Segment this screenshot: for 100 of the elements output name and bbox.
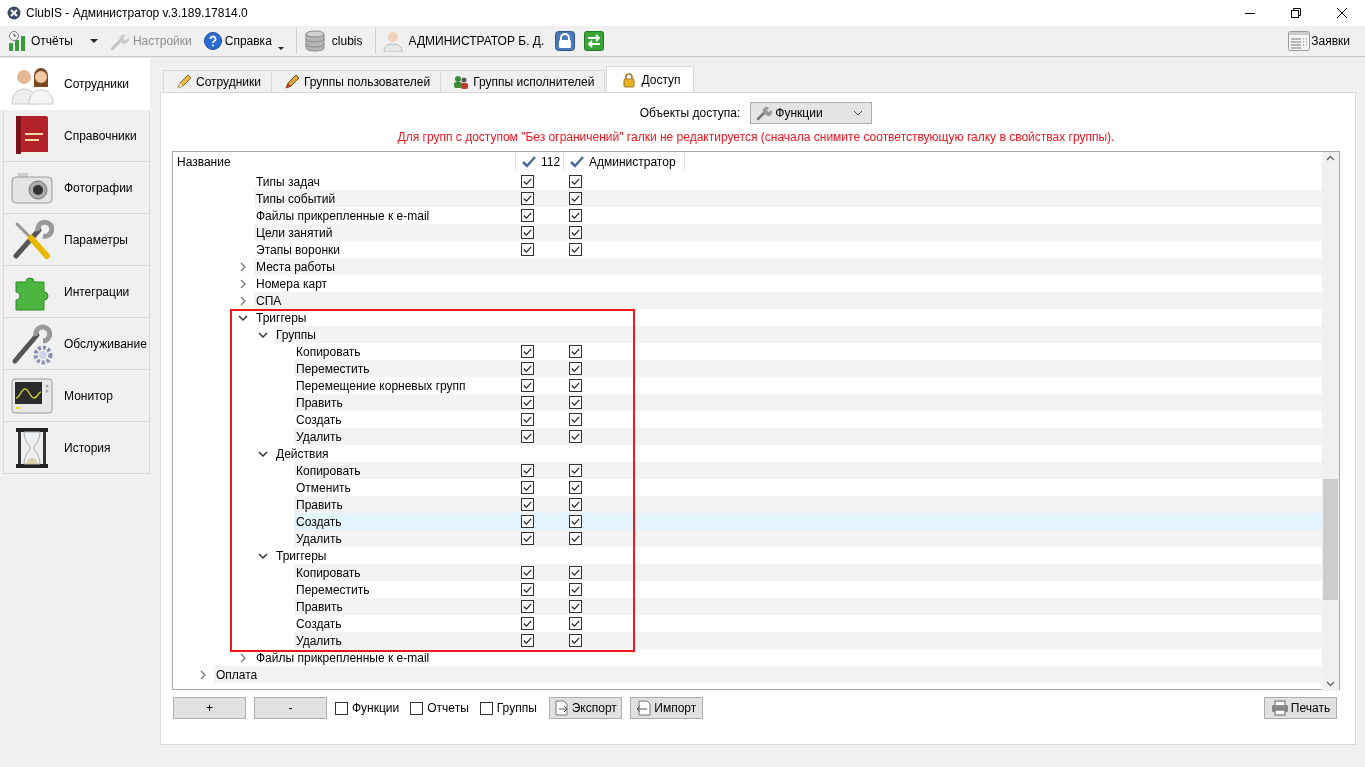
- checkbox[interactable]: [521, 209, 534, 222]
- checkbox[interactable]: [569, 481, 582, 494]
- tab[interactable]: Группы исполнителей: [440, 70, 606, 92]
- checkbox[interactable]: [569, 600, 582, 613]
- tree-row[interactable]: Создать: [294, 615, 1322, 632]
- checkbox[interactable]: [521, 413, 534, 426]
- tree-row[interactable]: Переместить: [294, 581, 1322, 598]
- tree-row[interactable]: Копировать: [294, 462, 1322, 479]
- checkbox[interactable]: [569, 634, 582, 647]
- checkbox[interactable]: [521, 243, 534, 256]
- sidebar-item[interactable]: Справочники: [3, 110, 150, 162]
- checkbox[interactable]: [521, 617, 534, 630]
- checkbox[interactable]: [569, 175, 582, 188]
- tree-row[interactable]: Места работы: [254, 258, 1322, 275]
- tree-row[interactable]: Удалить: [294, 530, 1322, 547]
- checkbox[interactable]: [521, 481, 534, 494]
- sidebar-item[interactable]: Обслуживание: [3, 318, 150, 370]
- checkbox[interactable]: [569, 617, 582, 630]
- tab[interactable]: Сотрудники: [163, 70, 272, 92]
- toolbar-button[interactable]: Отчёты: [5, 28, 101, 54]
- toolbar-button[interactable]: АДМИНИСТРАТОР Б. Д.: [379, 28, 548, 54]
- checkbox[interactable]: [521, 396, 534, 409]
- toolbar-button[interactable]: clubis: [300, 28, 366, 54]
- sidebar-item[interactable]: Монитор: [3, 370, 150, 422]
- tree-row[interactable]: Оплата: [214, 666, 1322, 683]
- checkbox[interactable]: [569, 583, 582, 596]
- tab[interactable]: Доступ: [606, 66, 694, 93]
- tree-row[interactable]: Удалить: [294, 632, 1322, 649]
- tree-row[interactable]: Копировать: [294, 343, 1322, 360]
- checkbox[interactable]: [521, 634, 534, 647]
- tree-row[interactable]: СПА: [254, 292, 1322, 309]
- sidebar-item[interactable]: Интеграции: [3, 266, 150, 318]
- checkbox[interactable]: [569, 430, 582, 443]
- import-button[interactable]: Импорт: [629, 697, 703, 719]
- add-button[interactable]: +: [173, 697, 246, 719]
- tree-row[interactable]: Создать: [294, 513, 1322, 530]
- tree-row[interactable]: Триггеры: [274, 547, 1322, 564]
- checkbox[interactable]: [521, 532, 534, 545]
- checkbox[interactable]: [569, 498, 582, 511]
- checkbox[interactable]: [569, 532, 582, 545]
- checkbox[interactable]: [569, 515, 582, 528]
- tree-row[interactable]: Файлы прикрепленные к e-mail: [254, 207, 1322, 224]
- checkbox[interactable]: [521, 515, 534, 528]
- tree-row[interactable]: Этапы воронки: [254, 241, 1322, 258]
- checkbox[interactable]: [410, 701, 424, 715]
- tree-row[interactable]: Править: [294, 496, 1322, 513]
- checkbox[interactable]: [569, 566, 582, 579]
- toolbar-button[interactable]: Заявки: [1285, 28, 1353, 54]
- export-button[interactable]: Экспорт: [548, 697, 622, 719]
- sidebar-item[interactable]: История: [3, 422, 150, 474]
- tree-row[interactable]: Править: [294, 598, 1322, 615]
- toolbar-button[interactable]: Справка: [200, 28, 287, 54]
- checkbox[interactable]: [521, 498, 534, 511]
- checkbox[interactable]: [521, 464, 534, 477]
- checkbox[interactable]: [521, 345, 534, 358]
- checkbox[interactable]: [569, 226, 582, 239]
- checkbox[interactable]: [569, 413, 582, 426]
- tree-row[interactable]: Переместить: [294, 360, 1322, 377]
- checkbox[interactable]: [521, 192, 534, 205]
- checkbox[interactable]: [521, 566, 534, 579]
- remove-button[interactable]: -: [254, 697, 327, 719]
- checkbox[interactable]: [569, 345, 582, 358]
- checkbox[interactable]: [569, 464, 582, 477]
- tree-row[interactable]: Копировать: [294, 564, 1322, 581]
- checkbox[interactable]: [569, 243, 582, 256]
- checkbox[interactable]: [521, 430, 534, 443]
- tree-row[interactable]: Действия: [274, 445, 1322, 462]
- tree-row[interactable]: Править: [294, 394, 1322, 411]
- checkbox[interactable]: [521, 362, 534, 375]
- tree-row[interactable]: Триггеры: [254, 309, 1322, 326]
- sidebar-item[interactable]: Параметры: [3, 214, 150, 266]
- tab[interactable]: Группы пользователей: [271, 70, 442, 92]
- sidebar-item[interactable]: Сотрудники: [0, 58, 150, 110]
- sidebar-item[interactable]: Фотографии: [3, 162, 150, 214]
- checkbox[interactable]: [569, 379, 582, 392]
- checkbox[interactable]: [521, 226, 534, 239]
- toolbar-button[interactable]: [582, 28, 607, 54]
- checkbox[interactable]: [521, 175, 534, 188]
- checkbox[interactable]: [569, 209, 582, 222]
- tree-row[interactable]: Типы задач: [254, 173, 1322, 190]
- checkbox[interactable]: [569, 362, 582, 375]
- tree-row[interactable]: Группы: [274, 326, 1322, 343]
- checkbox[interactable]: [569, 192, 582, 205]
- access-objects-dropdown[interactable]: Функции: [750, 102, 873, 124]
- tree-row[interactable]: Удалить: [294, 428, 1322, 445]
- toolbar-button[interactable]: [553, 28, 578, 54]
- checkbox[interactable]: [569, 396, 582, 409]
- tree-row[interactable]: Файлы прикрепленные к e-mail: [254, 649, 1322, 666]
- scrollbar[interactable]: [1322, 152, 1339, 691]
- tree-row[interactable]: Перемещение корневых групп: [294, 377, 1322, 394]
- checkbox[interactable]: [521, 379, 534, 392]
- print-button[interactable]: Печать: [1264, 697, 1337, 719]
- tree-row[interactable]: Цели занятий: [254, 224, 1322, 241]
- checkbox[interactable]: [521, 583, 534, 596]
- checkbox[interactable]: [479, 701, 493, 715]
- checkbox[interactable]: [335, 701, 348, 715]
- checkbox[interactable]: [521, 600, 534, 613]
- tree-row[interactable]: Типы событий: [254, 190, 1322, 207]
- tree-row[interactable]: Создать: [294, 411, 1322, 428]
- tree-row[interactable]: Отменить: [294, 479, 1322, 496]
